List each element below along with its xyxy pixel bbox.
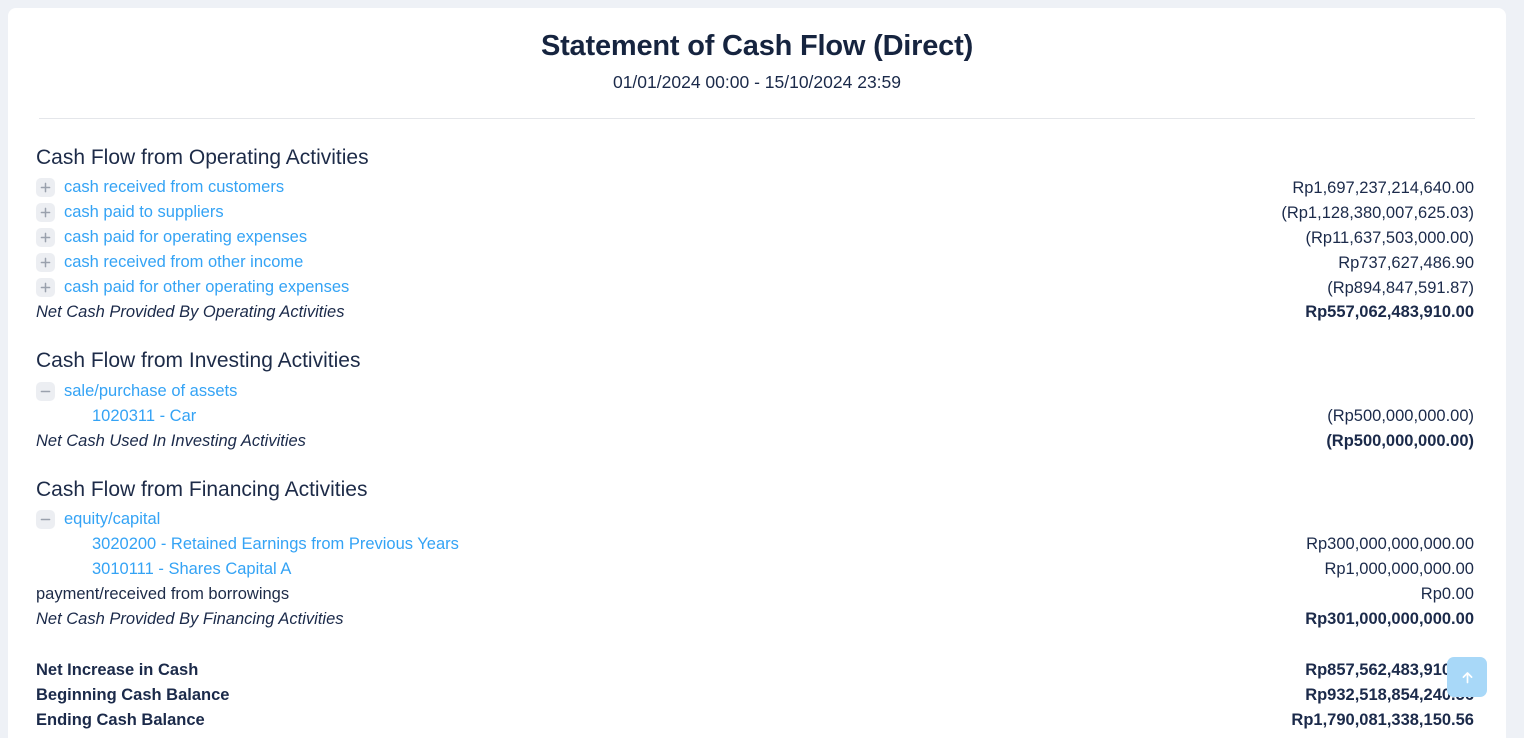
minus-icon[interactable] [36,510,55,530]
account-link[interactable]: 1020311 - Car [92,404,196,429]
line-item-row: 3020200 - Retained Earnings from Previou… [36,532,1480,557]
account-link[interactable]: 3020200 - Retained Earnings from Previou… [92,532,459,557]
line-item-row: cash paid to suppliers (Rp1,128,380,007,6… [36,200,1480,225]
plus-icon[interactable] [36,278,55,298]
subtotal-label: Net Cash Provided By Operating Activitie… [36,303,345,322]
report-header: Statement of Cash Flow (Direct) 01/01/20… [8,8,1506,119]
line-item-label-cell: cash received from other income [36,250,1338,275]
section-heading: Cash Flow from Operating Activities [36,146,369,169]
line-item-label-cell: equity/capital [36,507,1474,532]
arrow-up-icon [1459,669,1476,686]
line-item-amount: (Rp894,847,591.87) [1327,279,1474,298]
account-link[interactable]: cash paid for operating expenses [64,225,307,250]
line-item-amount: Rp1,697,237,214,640.00 [1292,179,1474,198]
line-item-label-cell: 3020200 - Retained Earnings from Previou… [36,532,1306,557]
summary-container: Net Increase in Cash Rp857,562,483,910.00… [36,658,1480,733]
line-item-row: equity/capital [36,507,1480,532]
scroll-to-top-button[interactable] [1447,657,1487,697]
line-item-amount: Rp300,000,000,000.00 [1306,535,1474,554]
line-item-row: cash received from other income Rp737,627… [36,250,1480,275]
plus-icon[interactable] [36,203,55,223]
line-item-row: payment/received from borrowings Rp0.00 [36,582,1480,607]
line-item-label-cell: cash paid for operating expenses [36,225,1306,250]
line-item-amount: Rp737,627,486.90 [1338,254,1474,273]
section-subtotal-row: Net Cash Used In Investing Activities (Rp… [36,429,1480,454]
subtotal-label: Net Cash Used In Investing Activities [36,431,306,450]
cash-flow-report-card: Statement of Cash Flow (Direct) 01/01/20… [8,8,1506,738]
summary-row: Ending Cash Balance Rp1,790,081,338,150.5… [36,708,1480,733]
page-title: Statement of Cash Flow (Direct) [540,30,974,62]
header-divider [39,118,1475,119]
minus-icon[interactable] [36,381,55,401]
account-link[interactable]: cash paid for other operating expenses [64,275,349,300]
line-item-label-cell: cash paid for other operating expenses [36,275,1327,300]
line-item-text: payment/received from borrowings [36,585,290,604]
line-item-amount: (Rp1,128,380,007,625.03) [1281,204,1474,223]
account-link[interactable]: cash received from customers [64,175,284,200]
line-item-row: sale/purchase of assets [36,379,1480,404]
line-item-row: cash received from customers Rp1,697,237,… [36,175,1480,200]
account-link[interactable]: cash paid to suppliers [64,200,224,225]
plus-icon[interactable] [36,253,55,273]
summary-label: Beginning Cash Balance [36,686,230,705]
summary-label: Net Increase in Cash [36,661,199,680]
summary-row: Net Increase in Cash Rp857,562,483,910.00 [36,658,1480,683]
line-item-row: cash paid for operating expenses (Rp11,63… [36,225,1480,250]
account-link[interactable]: cash received from other income [64,250,303,275]
plus-icon[interactable] [36,178,55,198]
line-item-row: 3010111 - Shares Capital A Rp1,000,000,00… [36,557,1480,582]
account-link[interactable]: equity/capital [64,507,160,532]
line-item-label-cell: payment/received from borrowings [36,582,1421,607]
sections-container: Cash Flow from Operating Activities cash … [36,144,1480,632]
account-link[interactable]: sale/purchase of assets [64,379,237,404]
line-item-amount: (Rp11,637,503,000.00) [1305,229,1475,248]
report-period: 01/01/2024 00:00 - 15/10/2024 23:59 [612,72,902,93]
section-subtotal-row: Net Cash Provided By Financing Activitie… [36,607,1480,632]
line-item-amount: Rp1,000,000,000.00 [1324,560,1474,579]
summary-row: Beginning Cash Balance Rp932,518,854,240.… [36,683,1480,708]
line-item-label-cell: sale/purchase of assets [36,379,1474,404]
report-section: Cash Flow from Operating Activities cash … [36,144,1480,325]
section-heading: Cash Flow from Investing Activities [36,349,361,373]
line-item-label-cell: 3010111 - Shares Capital A [36,557,1324,582]
line-item-amount: Rp0.00 [1420,585,1474,604]
summary-label: Ending Cash Balance [36,711,205,730]
line-item-label-cell: 1020311 - Car [36,404,1327,429]
plus-icon[interactable] [36,228,55,248]
subtotal-amount: Rp557,062,483,910.00 [1305,303,1474,322]
subtotal-amount: (Rp500,000,000.00) [1326,431,1474,450]
report-section: Cash Flow from Investing Activities sale/… [36,347,1480,453]
account-link[interactable]: 3010111 - Shares Capital A [92,557,291,582]
line-item-row: 1020311 - Car (Rp500,000,000.00) [36,404,1480,429]
line-item-row: cash paid for other operating expenses (R… [36,275,1480,300]
line-item-amount: (Rp500,000,000.00) [1327,406,1474,425]
summary-amount: Rp1,790,081,338,150.56 [1291,711,1474,730]
section-subtotal-row: Net Cash Provided By Operating Activitie… [36,300,1480,325]
report-section: Cash Flow from Financing Activities equit… [36,476,1480,632]
section-heading: Cash Flow from Financing Activities [36,477,368,501]
report-body: Cash Flow from Operating Activities cash … [8,144,1506,733]
line-item-label-cell: cash received from customers [36,175,1292,200]
line-item-label-cell: cash paid to suppliers [36,200,1281,225]
subtotal-label: Net Cash Provided By Financing Activitie… [36,610,344,629]
subtotal-amount: Rp301,000,000,000.00 [1305,610,1474,629]
